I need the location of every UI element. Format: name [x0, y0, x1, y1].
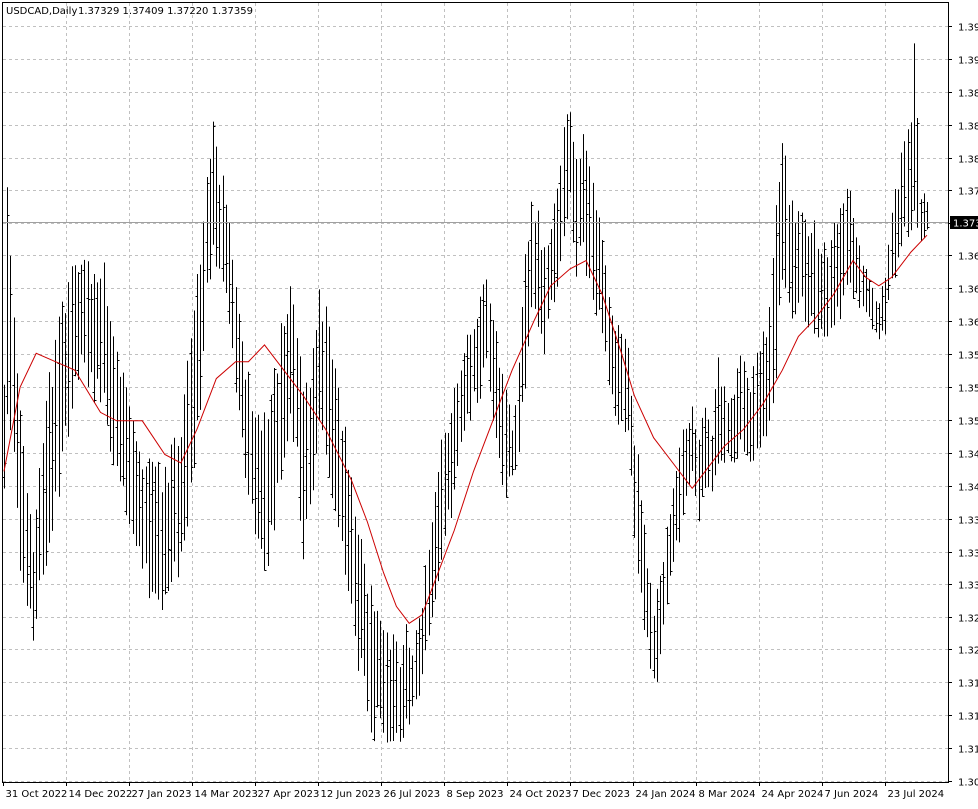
- x-tick-label: 12 Jun 2023: [321, 789, 381, 800]
- current-price-label: 1.37359: [953, 219, 978, 230]
- y-tick-label: 1.35790: [958, 351, 978, 362]
- ohlc-values: 1.37329 1.37409 1.37220 1.37359: [78, 6, 253, 17]
- y-tick-label: 1.38900: [958, 89, 978, 100]
- y-tick-label: 1.35400: [958, 384, 978, 395]
- x-tick-label: 27 Jan 2023: [132, 789, 192, 800]
- y-tick-label: 1.32670: [958, 614, 978, 625]
- y-tick-label: 1.38510: [958, 122, 978, 133]
- x-tick-label: 8 Mar 2024: [699, 789, 756, 800]
- y-tick-label: 1.33840: [958, 516, 978, 527]
- y-tick-label: 1.33450: [958, 549, 978, 560]
- y-tick-label: 1.35010: [958, 417, 978, 428]
- x-tick-label: 24 Jan 2024: [636, 789, 696, 800]
- chart-root: 1.39680 1.39290 1.38900 1.38510 1.38120 1.377…: [0, 0, 978, 805]
- y-tick-label: 1.31510: [958, 712, 978, 723]
- y-tick-label: 1.30730: [958, 778, 978, 789]
- x-tick-label: 24 Apr 2024: [762, 789, 824, 800]
- y-tick-label: 1.38120: [958, 155, 978, 166]
- y-tick-label: 1.36180: [958, 318, 978, 329]
- y-tick-label: 1.34230: [958, 483, 978, 494]
- chart-background: [0, 0, 978, 805]
- y-tick-label: 1.34620: [958, 450, 978, 461]
- y-tick-label: 1.33060: [958, 581, 978, 592]
- symbol-label: USDCAD,Daily: [6, 6, 77, 17]
- x-tick-label: 27 Apr 2023: [258, 789, 320, 800]
- x-tick-label: 24 Oct 2023: [510, 789, 572, 800]
- x-tick-label: 14 Mar 2023: [195, 789, 258, 800]
- y-tick-label: 1.31120: [958, 745, 978, 756]
- x-tick-label: 23 Jul 2024: [888, 789, 945, 800]
- y-tick-label: 1.36960: [958, 252, 978, 263]
- y-tick-label: 1.39680: [958, 23, 978, 34]
- chart-header: USDCAD,Daily 1.37329 1.37409 1.37220 1.3…: [6, 6, 253, 17]
- x-tick-label: 31 Oct 2022: [6, 789, 68, 800]
- y-tick-label: 1.36570: [958, 285, 978, 296]
- x-tick-label: 26 Jul 2023: [384, 789, 441, 800]
- y-tick-label: 1.32290: [958, 646, 978, 657]
- x-tick-label: 7 Dec 2023: [573, 789, 631, 800]
- y-tick-label: 1.39290: [958, 56, 978, 67]
- x-tick-label: 7 Jun 2024: [825, 789, 879, 800]
- x-tick-label: 8 Sep 2023: [447, 789, 504, 800]
- current-price-marker: 1.37359: [950, 216, 978, 230]
- usdcad-chart[interactable]: 1.39680 1.39290 1.38900 1.38510 1.38120 1.377…: [0, 0, 978, 805]
- x-tick-label: 14 Dec 2022: [69, 789, 133, 800]
- y-tick-label: 1.31900: [958, 679, 978, 690]
- y-tick-label: 1.37730: [958, 187, 978, 198]
